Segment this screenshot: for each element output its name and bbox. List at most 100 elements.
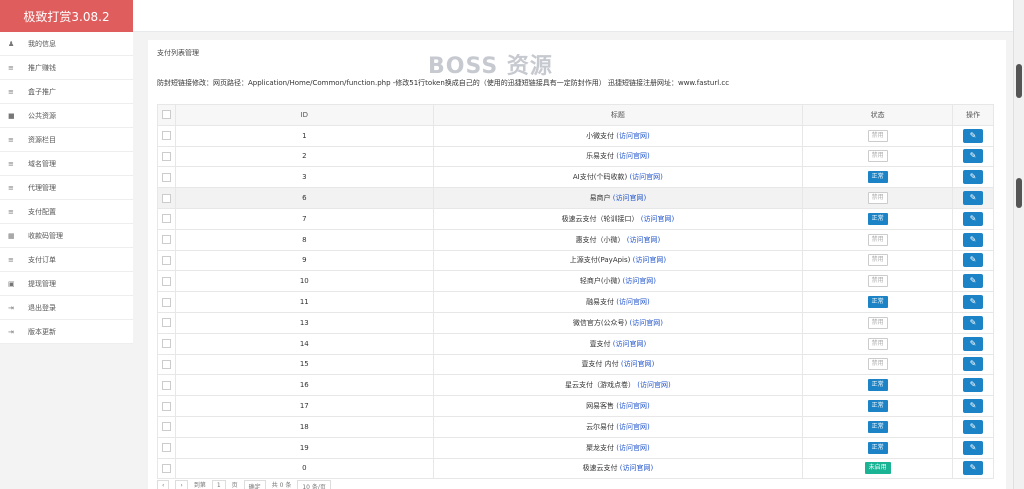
visit-site-link[interactable]: (访问官网) <box>629 173 662 181</box>
status-badge[interactable]: 禁用 <box>867 254 888 267</box>
edit-button[interactable]: ✎ <box>963 440 983 455</box>
edit-button[interactable]: ✎ <box>963 149 983 164</box>
edit-button[interactable]: ✎ <box>963 399 983 414</box>
visit-site-link[interactable]: (访问官网) <box>613 340 646 348</box>
visit-site-link[interactable]: (访问官网) <box>616 444 649 452</box>
visit-site-link[interactable]: (访问官网) <box>616 132 649 140</box>
visit-site-link[interactable]: (访问官网) <box>616 423 649 431</box>
edit-button[interactable]: ✎ <box>963 295 983 310</box>
sidebar-item[interactable]: ⇥ 版本更新 <box>0 320 133 344</box>
select-all-checkbox[interactable] <box>157 104 176 126</box>
status-badge[interactable]: 正常 <box>867 296 888 309</box>
edit-button[interactable]: ✎ <box>963 128 983 143</box>
status-badge[interactable]: 正常 <box>867 379 888 392</box>
visit-site-link[interactable]: (访问官网) <box>621 360 654 368</box>
status-badge[interactable]: 正常 <box>867 441 888 454</box>
sidebar-item[interactable]: ♟ 我的信息 <box>0 32 133 56</box>
status-badge[interactable]: 正常 <box>867 212 888 225</box>
page-input[interactable]: 1 <box>211 480 226 489</box>
edit-button[interactable]: ✎ <box>963 461 983 476</box>
go-button[interactable]: 确定 <box>243 480 266 489</box>
table-row: 17 网易客售 (访问官网) 正常 ✎ <box>157 395 994 417</box>
visit-site-link[interactable]: (访问官网) <box>633 256 666 264</box>
row-checkbox[interactable] <box>157 291 176 313</box>
sidebar-item[interactable]: ≡ 盒子推广 <box>0 80 133 104</box>
payment-table: ID 标题 状态 操作 1 小微支付 (访问官网) 禁用 ✎ 2 乐易支付 (访问官网) 禁… <box>157 104 994 480</box>
page-scrollbar[interactable] <box>1013 0 1024 489</box>
sidebar-item[interactable]: ≡ 支付订单 <box>0 248 133 272</box>
row-checkbox[interactable] <box>157 353 176 376</box>
status-badge[interactable]: 禁用 <box>867 150 888 163</box>
status-badge[interactable]: 禁用 <box>867 192 888 205</box>
row-checkbox[interactable] <box>157 374 176 397</box>
status-badge[interactable]: 正常 <box>867 171 888 184</box>
sidebar-item[interactable]: ≡ 推广赚钱 <box>0 56 133 80</box>
scrollbar-thumb-secondary[interactable] <box>1016 178 1022 208</box>
row-checkbox[interactable] <box>157 436 176 459</box>
row-checkbox[interactable] <box>157 457 176 480</box>
row-title: 壹支付 (访问官网) <box>432 332 804 355</box>
status-badge[interactable]: 正常 <box>867 420 888 433</box>
row-checkbox[interactable] <box>157 415 176 438</box>
status-badge[interactable]: 禁用 <box>867 358 888 371</box>
sidebar-item[interactable]: ▦ 收款码管理 <box>0 224 133 248</box>
visit-site-link[interactable]: (访问官网) <box>627 236 660 244</box>
list-icon: ≡ <box>8 87 14 96</box>
visit-site-link[interactable]: (访问官网) <box>623 277 656 285</box>
status-badge[interactable]: 禁用 <box>867 129 888 142</box>
visit-site-link[interactable]: (访问官网) <box>616 152 649 160</box>
row-id: 3 <box>174 166 434 189</box>
status-badge[interactable]: 禁用 <box>867 316 888 329</box>
scrollbar-thumb[interactable] <box>1016 64 1022 98</box>
row-checkbox[interactable] <box>157 249 176 272</box>
status-badge[interactable]: 禁用 <box>867 233 888 246</box>
prev-page-button[interactable]: ‹ <box>157 480 170 489</box>
list-icon: ≡ <box>8 255 14 264</box>
next-page-button[interactable]: › <box>175 480 188 489</box>
status-badge[interactable]: 禁用 <box>867 337 888 350</box>
edit-button[interactable]: ✎ <box>963 253 983 268</box>
visit-site-link[interactable]: (访问官网) <box>616 298 649 306</box>
sidebar-item[interactable]: ≡ 代理管理 <box>0 176 133 200</box>
per-page-select[interactable]: 10 条/页 <box>297 480 331 489</box>
edit-button[interactable]: ✎ <box>963 378 983 393</box>
edit-button[interactable]: ✎ <box>963 170 983 185</box>
row-checkbox[interactable] <box>157 332 176 355</box>
sidebar-item-label: 退出登录 <box>28 303 56 312</box>
sidebar-item[interactable]: ≡ 域名管理 <box>0 152 133 176</box>
sidebar-item[interactable]: ≡ 支付配置 <box>0 200 133 224</box>
edit-button[interactable]: ✎ <box>963 211 983 226</box>
status-badge[interactable]: 未启用 <box>864 462 891 475</box>
row-checkbox[interactable] <box>157 166 176 189</box>
row-checkbox[interactable] <box>157 124 176 147</box>
row-checkbox[interactable] <box>157 145 176 168</box>
visit-site-link[interactable]: (访问官网) <box>613 194 646 202</box>
sidebar-item[interactable]: ≡ 资源栏目 <box>0 128 133 152</box>
row-checkbox[interactable] <box>157 270 176 293</box>
edit-button[interactable]: ✎ <box>963 357 983 372</box>
edit-button[interactable]: ✎ <box>963 315 983 330</box>
row-checkbox[interactable] <box>157 207 176 230</box>
status-badge[interactable]: 禁用 <box>867 275 888 288</box>
sidebar-item[interactable]: ■ 公共资源 <box>0 104 133 128</box>
edit-button[interactable]: ✎ <box>963 274 983 289</box>
sidebar-item[interactable]: ⇥ 退出登录 <box>0 296 133 320</box>
visit-site-link[interactable]: (访问官网) <box>637 381 670 389</box>
visit-site-link[interactable]: (访问官网) <box>630 319 663 327</box>
video-icon: ■ <box>8 111 15 120</box>
sidebar-item[interactable]: ▣ 提现管理 <box>0 272 133 296</box>
row-checkbox[interactable] <box>157 228 176 251</box>
pencil-icon: ✎ <box>969 234 977 244</box>
edit-button[interactable]: ✎ <box>963 232 983 247</box>
visit-site-link[interactable]: (访问官网) <box>616 402 649 410</box>
row-status: 禁用 <box>802 187 953 209</box>
edit-button[interactable]: ✎ <box>963 336 983 351</box>
edit-button[interactable]: ✎ <box>963 419 983 434</box>
edit-button[interactable]: ✎ <box>963 191 983 206</box>
row-checkbox[interactable] <box>157 187 176 209</box>
visit-site-link[interactable]: (访问官网) <box>620 464 653 472</box>
row-checkbox[interactable] <box>157 311 176 334</box>
status-badge[interactable]: 正常 <box>867 400 888 413</box>
row-checkbox[interactable] <box>157 395 176 417</box>
visit-site-link[interactable]: (访问官网) <box>641 215 674 223</box>
